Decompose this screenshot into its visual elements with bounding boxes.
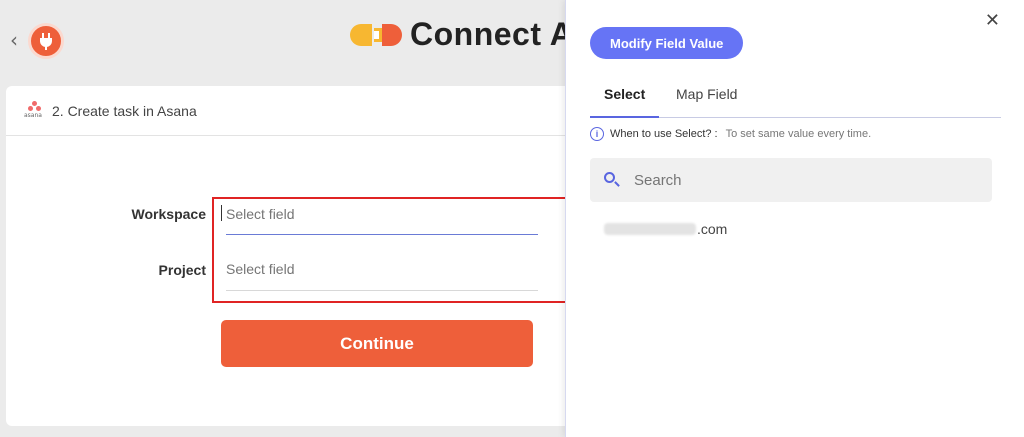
step-title: 2. Create task in Asana — [52, 102, 197, 119]
search-icon — [604, 172, 620, 188]
app-logo: Connect A — [350, 16, 573, 53]
close-icon[interactable]: ✕ — [985, 10, 1000, 31]
modify-field-value-button[interactable]: Modify Field Value — [590, 27, 744, 59]
select-hint: i When to use Select? : To set same valu… — [590, 127, 871, 141]
page-title: Connect A — [410, 16, 574, 52]
step-header: asana 2. Create task in Asana — [6, 86, 586, 136]
plug-icon — [28, 23, 64, 59]
connector-logo-icon — [350, 20, 402, 50]
search-box — [590, 158, 992, 202]
hint-answer: To set same value every time. — [725, 128, 872, 140]
option-domain: .com — [697, 221, 728, 237]
tab-select[interactable]: Select — [590, 84, 660, 118]
tab-map-field[interactable]: Map Field — [662, 84, 751, 118]
modify-field-panel: ✕ Modify Field Value Select Map Field i … — [565, 0, 1024, 437]
back-chevron-icon[interactable]: ‹ — [10, 28, 18, 52]
redacted-text — [604, 223, 696, 235]
project-label: Project — [158, 262, 206, 278]
list-item[interactable]: .com — [604, 221, 727, 237]
step-card: asana 2. Create task in Asana Workspace … — [6, 86, 586, 426]
asana-logo-icon: asana — [24, 100, 46, 121]
continue-button[interactable]: Continue — [221, 320, 533, 367]
fields-highlight-box — [212, 197, 567, 303]
hint-question: When to use Select? : — [610, 128, 718, 140]
panel-tabs: Select Map Field — [590, 84, 1001, 118]
search-input[interactable] — [634, 171, 934, 189]
workspace-label: Workspace — [131, 206, 206, 222]
info-icon: i — [590, 127, 604, 141]
